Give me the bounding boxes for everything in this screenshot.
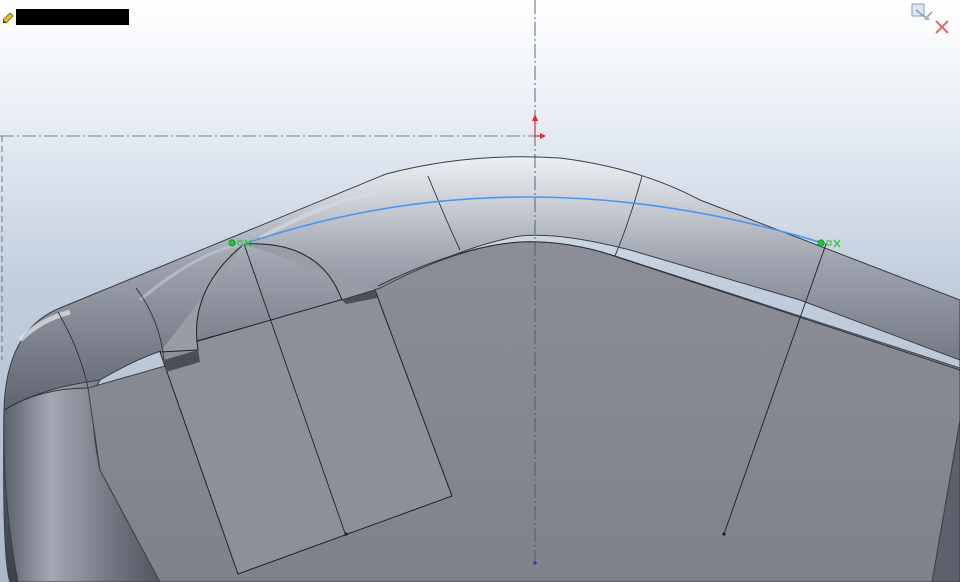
bracket-point[interactable] [344, 532, 348, 536]
cancel-sketch-icon[interactable] [933, 18, 951, 36]
confirm-sketch-icon[interactable] [910, 2, 934, 24]
graphics-viewport[interactable] [0, 0, 960, 582]
right-line-endpoint[interactable] [722, 532, 726, 536]
origin-indicator[interactable] [532, 114, 546, 139]
sketch-pencil-icon [2, 12, 14, 24]
spline-end-relations[interactable] [817, 239, 841, 248]
centerline-bottom-point[interactable] [533, 561, 537, 565]
model-scene[interactable] [0, 0, 960, 582]
sketch-name-label [16, 9, 129, 25]
